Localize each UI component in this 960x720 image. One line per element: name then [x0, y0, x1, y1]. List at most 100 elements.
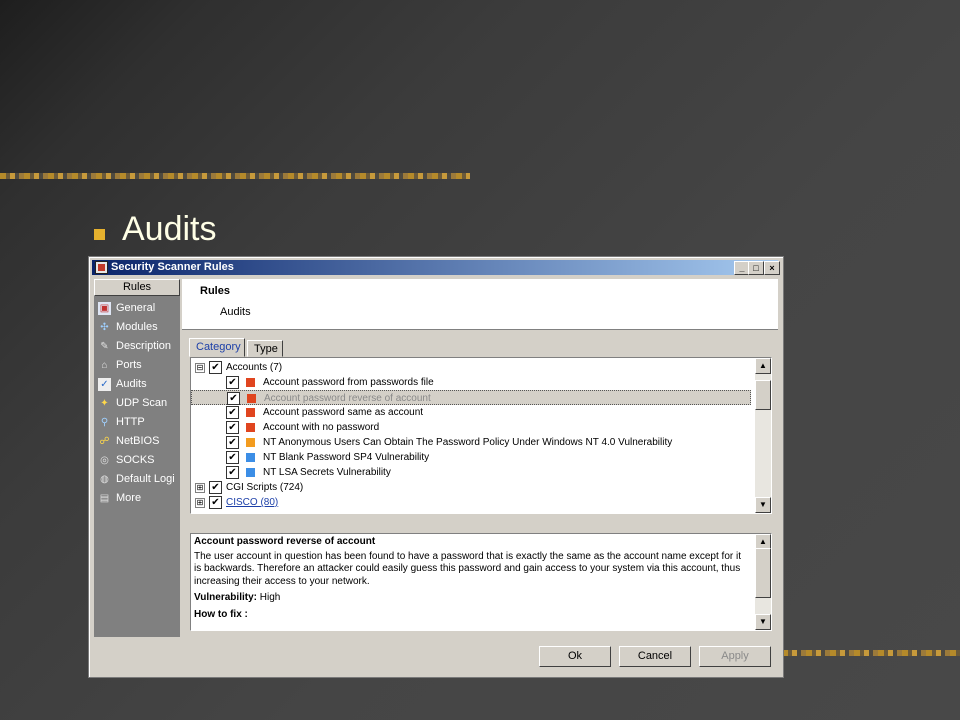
collapse-icon[interactable]: ⊟ — [195, 363, 205, 373]
description-title: Account password reverse of account — [194, 536, 376, 547]
general-icon: ▣ — [98, 301, 111, 315]
description-body: The user account in question has been fo… — [194, 550, 741, 587]
vulnerability-value: High — [259, 592, 281, 603]
tree-row-label: Account with no password — [263, 422, 380, 433]
severity-low-icon — [246, 468, 255, 477]
modules-icon: ✣ — [100, 321, 109, 333]
socks-icon: ◎ — [100, 454, 109, 466]
slide-bullet-title: Audits — [122, 210, 217, 248]
sidebar-item-label: NetBIOS — [116, 435, 160, 447]
tree-row-label: NT LSA Secrets Vulnerability — [263, 467, 391, 478]
window-title: Security Scanner Rules — [111, 261, 234, 273]
rules-header-panel: Rules Audits — [182, 279, 778, 330]
rules-sidebar: Rules ▣ General ✣ Modules ✎ Description ⌂ Po… — [94, 279, 180, 637]
sidebar-item-label: Modules — [116, 321, 158, 333]
scroll-down-icon[interactable]: ▼ — [755, 614, 771, 630]
sidebar-item-description[interactable]: ✎ Description — [98, 337, 180, 355]
scroll-thumb[interactable] — [755, 548, 771, 598]
severity-high-icon — [246, 378, 255, 387]
expand-icon[interactable]: ⊞ — [195, 483, 205, 493]
checkbox[interactable]: ✔ — [209, 481, 222, 494]
ports-icon: ⌂ — [101, 359, 108, 371]
scroll-thumb[interactable] — [755, 380, 771, 410]
severity-high-icon — [246, 408, 255, 417]
checkbox[interactable]: ✔ — [226, 406, 239, 419]
sidebar-item-general[interactable]: ▣ General — [98, 299, 180, 317]
vulnerability-label: Vulnerability: — [194, 592, 257, 603]
tree-category-accounts[interactable]: ⊟ ✔ Accounts (7) — [191, 360, 751, 375]
audit-description-panel: Account password reverse of account The … — [190, 533, 772, 631]
decorative-stripe-top — [0, 173, 470, 179]
ok-button[interactable]: Ok — [539, 646, 611, 667]
sidebar-item-http[interactable]: ⚲ HTTP — [98, 413, 180, 431]
tree-row-label: CGI Scripts (724) — [226, 482, 304, 493]
sidebar-item-label: Audits — [116, 378, 147, 390]
sidebar-item-ports[interactable]: ⌂ Ports — [98, 356, 180, 374]
app-icon — [95, 261, 108, 274]
sidebar-item-more[interactable]: ▤ More — [98, 489, 180, 507]
panel-subtitle: Audits — [220, 306, 251, 318]
default-login-icon: ◍ — [100, 473, 109, 485]
decorative-stripe-bottom — [782, 650, 960, 656]
tree-row-label: Account password from passwords file — [263, 377, 434, 388]
severity-low-icon — [246, 453, 255, 462]
scroll-up-icon[interactable]: ▲ — [755, 358, 771, 374]
window-titlebar[interactable]: Security Scanner Rules _ □ × — [92, 260, 780, 275]
sidebar-header[interactable]: Rules — [94, 279, 180, 296]
sidebar-item-default-login[interactable]: ◍ Default Logi — [98, 470, 180, 488]
tab-category[interactable]: Category — [189, 338, 245, 357]
tree-item[interactable]: ✔ Account with no password — [191, 420, 751, 435]
description-scrollbar[interactable]: ▲ ▼ — [755, 534, 771, 630]
sidebar-item-label: Ports — [116, 359, 142, 371]
http-icon: ⚲ — [100, 416, 109, 428]
checkbox[interactable]: ✔ — [226, 466, 239, 479]
checkbox[interactable]: ✔ — [209, 496, 222, 509]
sidebar-item-netbios[interactable]: ☍ NetBIOS — [98, 432, 180, 450]
checkbox[interactable]: ✔ — [226, 451, 239, 464]
scroll-down-icon[interactable]: ▼ — [755, 497, 771, 513]
tab-type[interactable]: Type — [247, 340, 283, 357]
apply-button[interactable]: Apply — [699, 646, 771, 667]
tree-item[interactable]: ✔ NT Blank Password SP4 Vulnerability — [191, 450, 751, 465]
tree-category-cgi-scripts[interactable]: ⊞ ✔ CGI Scripts (724) — [191, 480, 751, 495]
sidebar-item-label: HTTP — [116, 416, 145, 428]
checkbox[interactable]: ✔ — [226, 436, 239, 449]
maximize-button[interactable]: □ — [748, 261, 764, 275]
tree-row-label: Account password reverse of account — [264, 393, 431, 404]
close-button[interactable]: × — [764, 261, 780, 275]
checkbox[interactable]: ✔ — [226, 421, 239, 434]
checkbox[interactable]: ✔ — [226, 376, 239, 389]
sidebar-item-modules[interactable]: ✣ Modules — [98, 318, 180, 336]
bullet-icon — [94, 229, 105, 240]
tree-item[interactable]: ✔ NT LSA Secrets Vulnerability — [191, 465, 751, 480]
severity-high-icon — [246, 423, 255, 432]
tree-category-cisco[interactable]: ⊞ ✔ CISCO (80) — [191, 495, 751, 510]
tree-scrollbar[interactable]: ▲ ▼ — [755, 358, 771, 513]
tree-item-selected[interactable]: ✔ Account password reverse of account — [191, 390, 751, 405]
description-icon: ✎ — [100, 340, 109, 352]
sidebar-item-label: General — [116, 302, 156, 314]
tree-item[interactable]: ✔ Account password from passwords file — [191, 375, 751, 390]
tree-row-label[interactable]: CISCO (80) — [226, 495, 278, 510]
tree-item[interactable]: ✔ NT Anonymous Users Can Obtain The Pass… — [191, 435, 751, 450]
audits-icon: ✓ — [98, 377, 111, 391]
panel-title: Rules — [200, 285, 230, 297]
udp-scan-icon: ✦ — [100, 397, 109, 409]
sidebar-item-label: SOCKS — [116, 454, 155, 466]
tree-row-label: NT Anonymous Users Can Obtain The Passwo… — [263, 437, 673, 448]
expand-icon[interactable]: ⊞ — [195, 498, 205, 508]
tree-item[interactable]: ✔ Account password same as account — [191, 405, 751, 420]
audit-tree[interactable]: ⊟ ✔ Accounts (7) ✔ Account password from… — [190, 357, 772, 514]
tree-row-label: Accounts (7) — [226, 362, 283, 373]
how-to-fix-label: How to fix : — [194, 608, 248, 620]
sidebar-item-socks[interactable]: ◎ SOCKS — [98, 451, 180, 469]
security-scanner-rules-window: Security Scanner Rules _ □ × Rules ▣ Gene… — [88, 256, 784, 678]
tree-row-label: Account password same as account — [263, 407, 424, 418]
sidebar-item-udp-scan[interactable]: ✦ UDP Scan — [98, 394, 180, 412]
checkbox[interactable]: ✔ — [227, 392, 240, 405]
severity-high-icon — [247, 394, 256, 403]
sidebar-item-label: UDP Scan — [116, 397, 168, 409]
checkbox[interactable]: ✔ — [209, 361, 222, 374]
sidebar-item-audits[interactable]: ✓ Audits — [98, 375, 180, 393]
cancel-button[interactable]: Cancel — [619, 646, 691, 667]
